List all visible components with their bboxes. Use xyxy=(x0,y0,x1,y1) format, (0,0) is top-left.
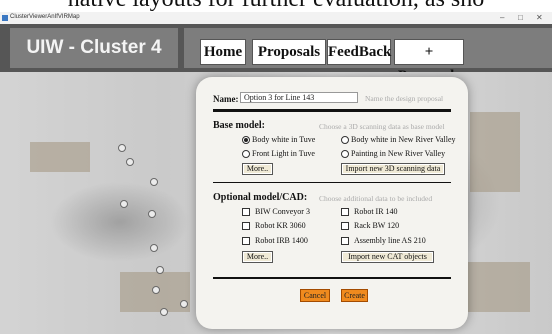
maximize-icon[interactable]: □ xyxy=(518,13,523,22)
radio-icon[interactable] xyxy=(341,135,349,144)
item-label: Robot IRB 1400 xyxy=(255,236,308,245)
new-proposal-dialog: Name: Name the design proposal Base mode… xyxy=(196,77,468,329)
divider xyxy=(213,109,451,112)
divider xyxy=(213,277,451,279)
cancel-button[interactable]: Cancel xyxy=(300,289,330,302)
minimize-icon[interactable]: – xyxy=(500,13,504,22)
base-option-front-light-tuve[interactable]: Front Light in Tuve xyxy=(242,149,315,158)
radio-selected-icon[interactable] xyxy=(242,135,250,144)
radio-icon[interactable] xyxy=(242,149,250,158)
item-label: Robot KR 3060 xyxy=(255,221,306,230)
optional-model-title: Optional model/CAD: xyxy=(213,192,308,203)
checkbox-icon[interactable] xyxy=(341,207,349,216)
app-icon xyxy=(2,15,8,21)
document-caption: native layouts for further evaluation, a… xyxy=(0,0,552,12)
optional-item-robot-ir140[interactable]: Robot IR 140 xyxy=(341,207,398,216)
item-label: Robot IR 140 xyxy=(354,207,398,216)
header-bar: UIW - Cluster 4 Home Proposals FeedBack … xyxy=(0,24,552,84)
option-label: Body white in New River Valley xyxy=(351,135,456,144)
checkbox-icon[interactable] xyxy=(242,221,250,230)
nav-home-button[interactable]: Home xyxy=(200,39,246,65)
radio-icon[interactable] xyxy=(341,149,349,158)
create-button[interactable]: Create xyxy=(341,289,368,302)
import-scan-button[interactable]: Import new 3D scanning data xyxy=(341,163,445,175)
window-title: ClusterViewerAnIfVIRMap xyxy=(10,14,80,20)
optional-more-button[interactable]: More.. xyxy=(242,251,273,263)
checkbox-icon[interactable] xyxy=(242,236,250,245)
caption-text: native layouts for further evaluation, a… xyxy=(0,0,552,12)
checkbox-icon[interactable] xyxy=(242,207,250,216)
nav-add-proposal-button[interactable]: + Proposals xyxy=(394,39,464,84)
app-window: ClusterViewerAnIfVIRMap – □ ✕ UIW - Clus… xyxy=(0,12,552,334)
app-brand: UIW - Cluster 4 xyxy=(10,28,178,68)
checkbox-icon[interactable] xyxy=(341,221,349,230)
optional-item-assembly-as210[interactable]: Assembly line AS 210 xyxy=(341,236,426,245)
base-model-title: Base model: xyxy=(213,120,265,131)
point-cloud-view[interactable]: Name: Name the design proposal Base mode… xyxy=(0,72,552,334)
checkbox-icon[interactable] xyxy=(341,236,349,245)
base-option-body-white-tuve[interactable]: Body white in Tuve xyxy=(242,135,315,144)
name-label: Name: xyxy=(213,94,239,104)
close-icon[interactable]: ✕ xyxy=(536,13,543,22)
optional-item-robot-kr3060[interactable]: Robot KR 3060 xyxy=(242,221,306,230)
option-label: Front Light in Tuve xyxy=(252,149,315,158)
item-label: Assembly line AS 210 xyxy=(354,236,426,245)
optional-model-hint: Choose additional data to be included xyxy=(319,194,433,203)
item-label: BIW Conveyor 3 xyxy=(255,207,310,216)
nav-proposals-button[interactable]: Proposals xyxy=(252,39,326,65)
name-hint: Name the design proposal xyxy=(365,94,444,103)
nav-bar: Home Proposals FeedBack + Proposals xyxy=(184,28,552,84)
base-model-hint: Choose a 3D scanning data as base model xyxy=(319,122,445,131)
optional-item-biw-conveyor[interactable]: BIW Conveyor 3 xyxy=(242,207,310,216)
optional-item-rack-bw120[interactable]: Rack BW 120 xyxy=(341,221,399,230)
base-option-painting-nrv[interactable]: Painting in New River Valley xyxy=(341,149,445,158)
option-label: Painting in New River Valley xyxy=(351,149,446,158)
import-cat-button[interactable]: Import new CAT objects xyxy=(341,251,434,263)
divider xyxy=(213,182,451,183)
option-label: Body white in Tuve xyxy=(252,135,316,144)
window-titlebar: ClusterViewerAnIfVIRMap – □ ✕ xyxy=(0,12,552,24)
item-label: Rack BW 120 xyxy=(354,221,400,230)
proposal-name-input[interactable] xyxy=(240,92,358,103)
base-more-button[interactable]: More.. xyxy=(242,163,273,175)
nav-feedback-button[interactable]: FeedBack xyxy=(327,39,391,65)
base-option-body-white-nrv[interactable]: Body white in New River Valley xyxy=(341,135,456,144)
optional-item-robot-irb1400[interactable]: Robot IRB 1400 xyxy=(242,236,308,245)
